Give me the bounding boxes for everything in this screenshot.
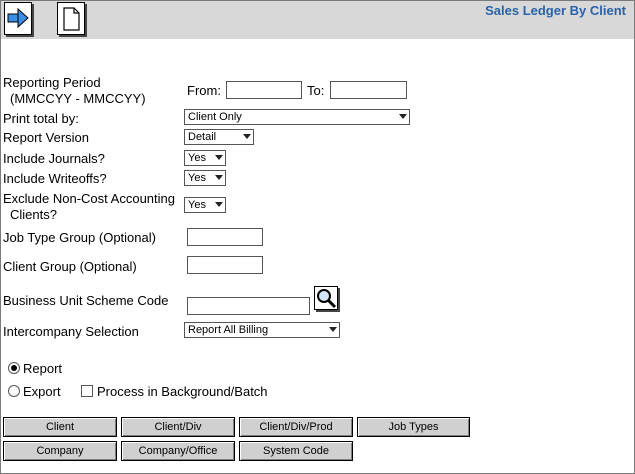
chevron-down-icon [211,171,225,185]
job-type-group-label: Job Type Group (Optional) [3,230,156,245]
include-journals-label: Include Journals? [3,151,105,166]
report-version-select[interactable]: Detail [184,129,254,145]
include-writeoffs-value: Yes [188,172,206,184]
period-to-input[interactable] [330,81,407,99]
client-group-label: Client Group (Optional) [3,259,137,274]
chevron-down-icon [325,323,339,337]
job-types-button[interactable]: Job Types [357,417,470,437]
include-writeoffs-label: Include Writeoffs? [3,171,107,186]
business-unit-lookup-button[interactable] [314,286,338,310]
reporting-period-label: Reporting Period [3,75,101,90]
toolbar: Sales Ledger By Client [1,1,634,39]
run-report-button[interactable] [4,2,32,35]
exclude-non-cost-select[interactable]: Yes [184,197,226,213]
period-from-input[interactable] [226,81,302,99]
print-total-select[interactable]: Client Only [184,109,410,125]
include-journals-value: Yes [188,152,206,164]
reporting-period-format-label: (MMCCYY - MMCCYY) [10,91,146,106]
export-radio[interactable] [8,385,20,397]
company-button[interactable]: Company [3,441,117,461]
exclude-non-cost-label: Exclude Non-Cost Accounting [3,191,175,206]
background-batch-checkbox[interactable] [81,385,93,397]
include-journals-select[interactable]: Yes [184,150,226,166]
job-type-group-input[interactable] [187,228,263,246]
report-version-value: Detail [188,131,217,143]
exclude-non-cost-value: Yes [188,199,206,211]
exclude-non-cost-label-2: Clients? [10,207,57,222]
report-radio-label: Report [23,361,63,376]
from-label: From: [187,83,221,98]
report-version-label: Report Version [3,130,89,145]
client-div-button[interactable]: Client/Div [121,417,235,437]
print-total-value: Client Only [188,111,242,123]
print-total-label: Print total by: [3,111,79,126]
report-radio[interactable] [8,362,20,374]
page-title: Sales Ledger By Client [485,3,626,18]
chevron-down-icon [395,110,409,124]
client-div-prod-button[interactable]: Client/Div/Prod [239,417,353,437]
background-batch-label: Process in Background/Batch [97,384,268,399]
export-radio-label: Export [23,384,61,399]
client-button[interactable]: Client [3,417,117,437]
chevron-down-icon [211,198,225,212]
to-label: To: [307,83,325,98]
report-window: Sales Ledger By Client Reporting Period … [0,0,635,474]
business-unit-label: Business Unit Scheme Code [3,293,169,308]
client-group-input[interactable] [187,256,263,274]
intercompany-select[interactable]: Report All Billing [184,322,340,338]
intercompany-value: Report All Billing [188,324,269,336]
company-office-button[interactable]: Company/Office [121,441,235,461]
chevron-down-icon [211,151,225,165]
include-writeoffs-select[interactable]: Yes [184,170,226,186]
business-unit-input[interactable] [187,297,310,315]
system-code-button[interactable]: System Code [239,441,353,461]
intercompany-label: Intercompany Selection [3,324,139,339]
chevron-down-icon [239,130,253,144]
new-document-button[interactable] [57,2,85,35]
